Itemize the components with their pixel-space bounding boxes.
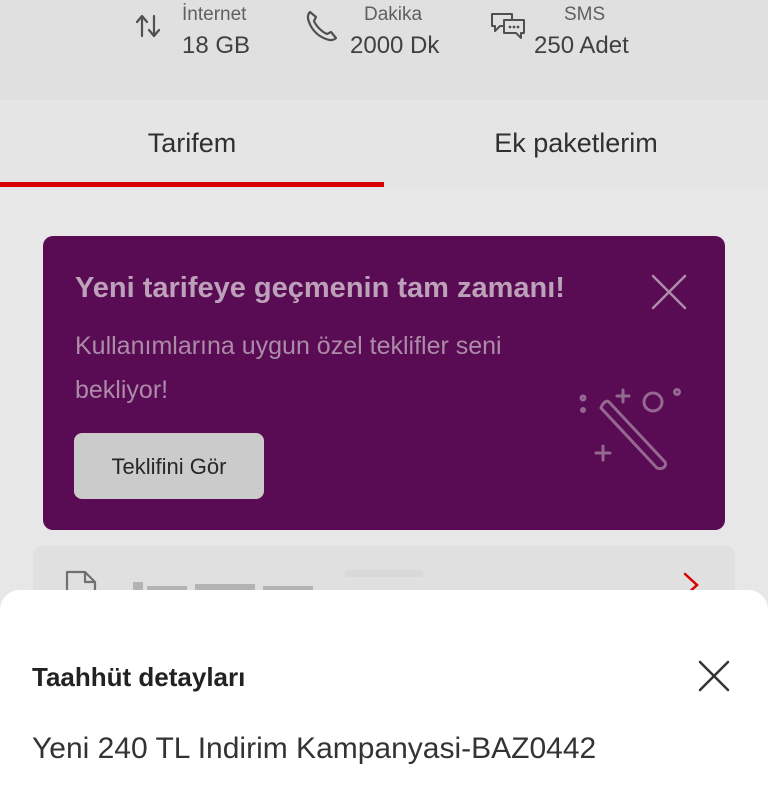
promo-text: Kullanımlarına uygun özel teklifler seni… <box>75 332 502 404</box>
close-icon[interactable] <box>694 656 734 696</box>
promo-title: Yeni tarifeye geçmenin tam zamanı! <box>75 272 565 304</box>
sheet-grabber-handle[interactable] <box>345 570 423 577</box>
tab-bar: Tarifem Ek paketlerim <box>0 100 768 188</box>
close-icon[interactable] <box>649 272 689 312</box>
usage-value-minutes: 2000 Dk <box>350 32 440 59</box>
usage-summary: İnternet 18 GB Dakika 2000 Dk SMS 250 Ad… <box>0 0 768 100</box>
usage-label-sms: SMS <box>564 4 606 25</box>
usage-item-minutes: Dakika 2000 Dk <box>302 0 452 70</box>
magic-wand-icon <box>579 388 681 470</box>
see-offer-button[interactable]: Teklifini Gör <box>74 433 264 499</box>
tab-active-indicator <box>0 182 384 187</box>
sheet-title: Taahhüt detayları <box>32 662 246 692</box>
tab-ek-paketlerim[interactable]: Ek paketlerim <box>384 100 768 188</box>
campaign-name: Yeni 240 TL Indirim Kampanyasi-BAZ0442 <box>32 732 597 765</box>
promo-card: Yeni tarifeye geçmenin tam zamanı! Kulla… <box>43 236 725 530</box>
commitment-details-sheet: Taahhüt detayları Yeni 240 TL Indirim Ka… <box>0 590 768 790</box>
usage-item-internet: İnternet 18 GB <box>134 0 274 70</box>
phone-icon <box>306 10 338 42</box>
tab-tarifem[interactable]: Tarifem <box>0 100 384 188</box>
usage-value-sms: 250 Adet <box>534 32 629 59</box>
usage-item-sms: SMS 250 Adet <box>488 0 648 70</box>
chat-bubbles-icon <box>491 13 525 39</box>
data-transfer-icon <box>135 14 161 38</box>
usage-label-minutes: Dakika <box>364 4 423 25</box>
usage-label-internet: İnternet <box>182 4 247 25</box>
usage-value-internet: 18 GB <box>182 32 251 59</box>
